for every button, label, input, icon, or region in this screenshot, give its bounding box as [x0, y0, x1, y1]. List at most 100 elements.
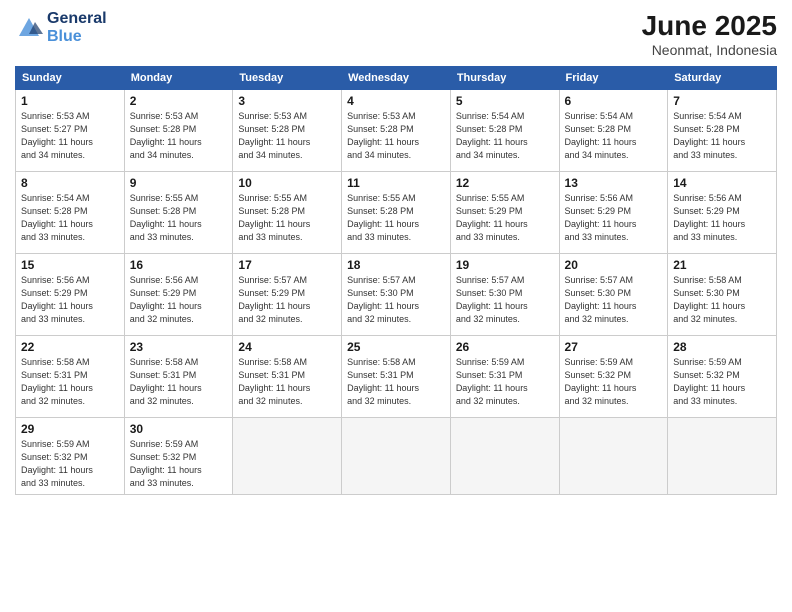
- day-number: 9: [130, 176, 228, 190]
- day-number: 5: [456, 94, 554, 108]
- calendar-cell: 18 Sunrise: 5:57 AMSunset: 5:30 PMDayligh…: [342, 254, 451, 336]
- calendar-header-monday: Monday: [124, 67, 233, 90]
- day-number: 29: [21, 422, 119, 436]
- day-info: Sunrise: 5:54 AMSunset: 5:28 PMDaylight:…: [673, 110, 771, 162]
- day-info: Sunrise: 5:53 AMSunset: 5:27 PMDaylight:…: [21, 110, 119, 162]
- calendar-cell: 27Sunrise: 5:59 AMSunset: 5:32 PMDayligh…: [559, 336, 668, 418]
- day-number: 22: [21, 340, 119, 354]
- day-info: Sunrise: 5:57 AMSunset: 5:30 PMDaylight:…: [347, 274, 445, 326]
- calendar-cell: 21 Sunrise: 5:58 AMSunset: 5:30 PMDayligh…: [668, 254, 777, 336]
- day-info: Sunrise: 5:58 AMSunset: 5:30 PMDaylight:…: [673, 274, 771, 326]
- logo: General Blue: [15, 10, 107, 46]
- day-number: 12: [456, 176, 554, 190]
- day-number: 1: [21, 94, 119, 108]
- calendar-cell: 7 Sunrise: 5:54 AMSunset: 5:28 PMDaylight…: [668, 90, 777, 172]
- calendar-week-row: 22 Sunrise: 5:58 AMSunset: 5:31 PMDayligh…: [16, 336, 777, 418]
- day-info: Sunrise: 5:58 AMSunset: 5:31 PMDaylight:…: [238, 356, 336, 408]
- day-info: Sunrise: 5:58 AMSunset: 5:31 PMDaylight:…: [347, 356, 445, 408]
- calendar-cell: 23 Sunrise: 5:58 AMSunset: 5:31 PMDayligh…: [124, 336, 233, 418]
- day-number: 26: [456, 340, 554, 354]
- day-number: 4: [347, 94, 445, 108]
- calendar-cell: 13 Sunrise: 5:56 AMSunset: 5:29 PMDayligh…: [559, 172, 668, 254]
- day-number: 3: [238, 94, 336, 108]
- logo-icon: [15, 14, 43, 42]
- day-number: 24: [238, 340, 336, 354]
- day-info: Sunrise: 5:56 AMSunset: 5:29 PMDaylight:…: [565, 192, 663, 244]
- calendar-cell: [233, 418, 342, 495]
- day-number: 11: [347, 176, 445, 190]
- day-info: Sunrise: 5:53 AMSunset: 5:28 PMDaylight:…: [238, 110, 336, 162]
- calendar-cell: 12 Sunrise: 5:55 AMSunset: 5:29 PMDayligh…: [450, 172, 559, 254]
- day-info: Sunrise: 5:55 AMSunset: 5:29 PMDaylight:…: [456, 192, 554, 244]
- day-number: 16: [130, 258, 228, 272]
- day-info: Sunrise: 5:53 AMSunset: 5:28 PMDaylight:…: [347, 110, 445, 162]
- logo-text: General Blue: [47, 10, 107, 46]
- day-info: Sunrise: 5:54 AMSunset: 5:28 PMDaylight:…: [565, 110, 663, 162]
- calendar-cell: 19Sunrise: 5:57 AMSunset: 5:30 PMDayligh…: [450, 254, 559, 336]
- day-number: 17: [238, 258, 336, 272]
- calendar-header-thursday: Thursday: [450, 67, 559, 90]
- day-info: Sunrise: 5:53 AMSunset: 5:28 PMDaylight:…: [130, 110, 228, 162]
- day-info: Sunrise: 5:59 AMSunset: 5:31 PMDaylight:…: [456, 356, 554, 408]
- title-area: June 2025 Neonmat, Indonesia: [642, 10, 777, 58]
- calendar-cell: 24 Sunrise: 5:58 AMSunset: 5:31 PMDayligh…: [233, 336, 342, 418]
- day-number: 7: [673, 94, 771, 108]
- calendar-cell: [342, 418, 451, 495]
- calendar-cell: 14 Sunrise: 5:56 AMSunset: 5:29 PMDayligh…: [668, 172, 777, 254]
- day-number: 20: [565, 258, 663, 272]
- day-number: 10: [238, 176, 336, 190]
- day-number: 27: [565, 340, 663, 354]
- calendar-cell: [559, 418, 668, 495]
- calendar-cell: 30 Sunrise: 5:59 AMSunset: 5:32 PMDayligh…: [124, 418, 233, 495]
- day-info: Sunrise: 5:55 AMSunset: 5:28 PMDaylight:…: [130, 192, 228, 244]
- calendar-cell: 4 Sunrise: 5:53 AMSunset: 5:28 PMDaylight…: [342, 90, 451, 172]
- calendar-header-wednesday: Wednesday: [342, 67, 451, 90]
- calendar-cell: 3 Sunrise: 5:53 AMSunset: 5:28 PMDaylight…: [233, 90, 342, 172]
- day-info: Sunrise: 5:56 AMSunset: 5:29 PMDaylight:…: [673, 192, 771, 244]
- calendar-cell: 28Sunrise: 5:59 AMSunset: 5:32 PMDayligh…: [668, 336, 777, 418]
- calendar-cell: 15Sunrise: 5:56 AMSunset: 5:29 PMDayligh…: [16, 254, 125, 336]
- day-info: Sunrise: 5:59 AMSunset: 5:32 PMDaylight:…: [21, 438, 119, 490]
- day-number: 14: [673, 176, 771, 190]
- day-number: 2: [130, 94, 228, 108]
- day-info: Sunrise: 5:57 AMSunset: 5:30 PMDaylight:…: [565, 274, 663, 326]
- day-number: 19: [456, 258, 554, 272]
- calendar-cell: 1 Sunrise: 5:53 AMSunset: 5:27 PMDaylight…: [16, 90, 125, 172]
- day-info: Sunrise: 5:56 AMSunset: 5:29 PMDaylight:…: [21, 274, 119, 326]
- month-title: June 2025: [642, 10, 777, 42]
- day-number: 18: [347, 258, 445, 272]
- calendar-cell: 29 Sunrise: 5:59 AMSunset: 5:32 PMDayligh…: [16, 418, 125, 495]
- calendar-cell: 5 Sunrise: 5:54 AMSunset: 5:28 PMDaylight…: [450, 90, 559, 172]
- calendar-cell: [668, 418, 777, 495]
- header: General Blue June 2025 Neonmat, Indonesi…: [15, 10, 777, 58]
- calendar-cell: 6 Sunrise: 5:54 AMSunset: 5:28 PMDaylight…: [559, 90, 668, 172]
- day-number: 21: [673, 258, 771, 272]
- calendar-cell: 11 Sunrise: 5:55 AMSunset: 5:28 PMDayligh…: [342, 172, 451, 254]
- calendar-table: SundayMondayTuesdayWednesdayThursdayFrid…: [15, 66, 777, 495]
- calendar-header-friday: Friday: [559, 67, 668, 90]
- day-info: Sunrise: 5:54 AMSunset: 5:28 PMDaylight:…: [21, 192, 119, 244]
- day-info: Sunrise: 5:59 AMSunset: 5:32 PMDaylight:…: [130, 438, 228, 490]
- day-info: Sunrise: 5:55 AMSunset: 5:28 PMDaylight:…: [238, 192, 336, 244]
- day-info: Sunrise: 5:56 AMSunset: 5:29 PMDaylight:…: [130, 274, 228, 326]
- calendar-header-tuesday: Tuesday: [233, 67, 342, 90]
- day-number: 13: [565, 176, 663, 190]
- day-number: 28: [673, 340, 771, 354]
- calendar-cell: 26 Sunrise: 5:59 AMSunset: 5:31 PMDayligh…: [450, 336, 559, 418]
- day-info: Sunrise: 5:58 AMSunset: 5:31 PMDaylight:…: [130, 356, 228, 408]
- calendar-cell: [450, 418, 559, 495]
- calendar-cell: 25Sunrise: 5:58 AMSunset: 5:31 PMDayligh…: [342, 336, 451, 418]
- calendar-week-row: 1 Sunrise: 5:53 AMSunset: 5:27 PMDaylight…: [16, 90, 777, 172]
- calendar-cell: 2 Sunrise: 5:53 AMSunset: 5:28 PMDaylight…: [124, 90, 233, 172]
- day-info: Sunrise: 5:54 AMSunset: 5:28 PMDaylight:…: [456, 110, 554, 162]
- day-number: 23: [130, 340, 228, 354]
- day-info: Sunrise: 5:55 AMSunset: 5:28 PMDaylight:…: [347, 192, 445, 244]
- day-number: 30: [130, 422, 228, 436]
- calendar-cell: 20 Sunrise: 5:57 AMSunset: 5:30 PMDayligh…: [559, 254, 668, 336]
- calendar-week-row: 15Sunrise: 5:56 AMSunset: 5:29 PMDayligh…: [16, 254, 777, 336]
- day-number: 6: [565, 94, 663, 108]
- calendar-page: General Blue June 2025 Neonmat, Indonesi…: [0, 0, 792, 612]
- calendar-cell: 10 Sunrise: 5:55 AMSunset: 5:28 PMDayligh…: [233, 172, 342, 254]
- calendar-cell: 17Sunrise: 5:57 AMSunset: 5:29 PMDayligh…: [233, 254, 342, 336]
- calendar-week-row: 29 Sunrise: 5:59 AMSunset: 5:32 PMDayligh…: [16, 418, 777, 495]
